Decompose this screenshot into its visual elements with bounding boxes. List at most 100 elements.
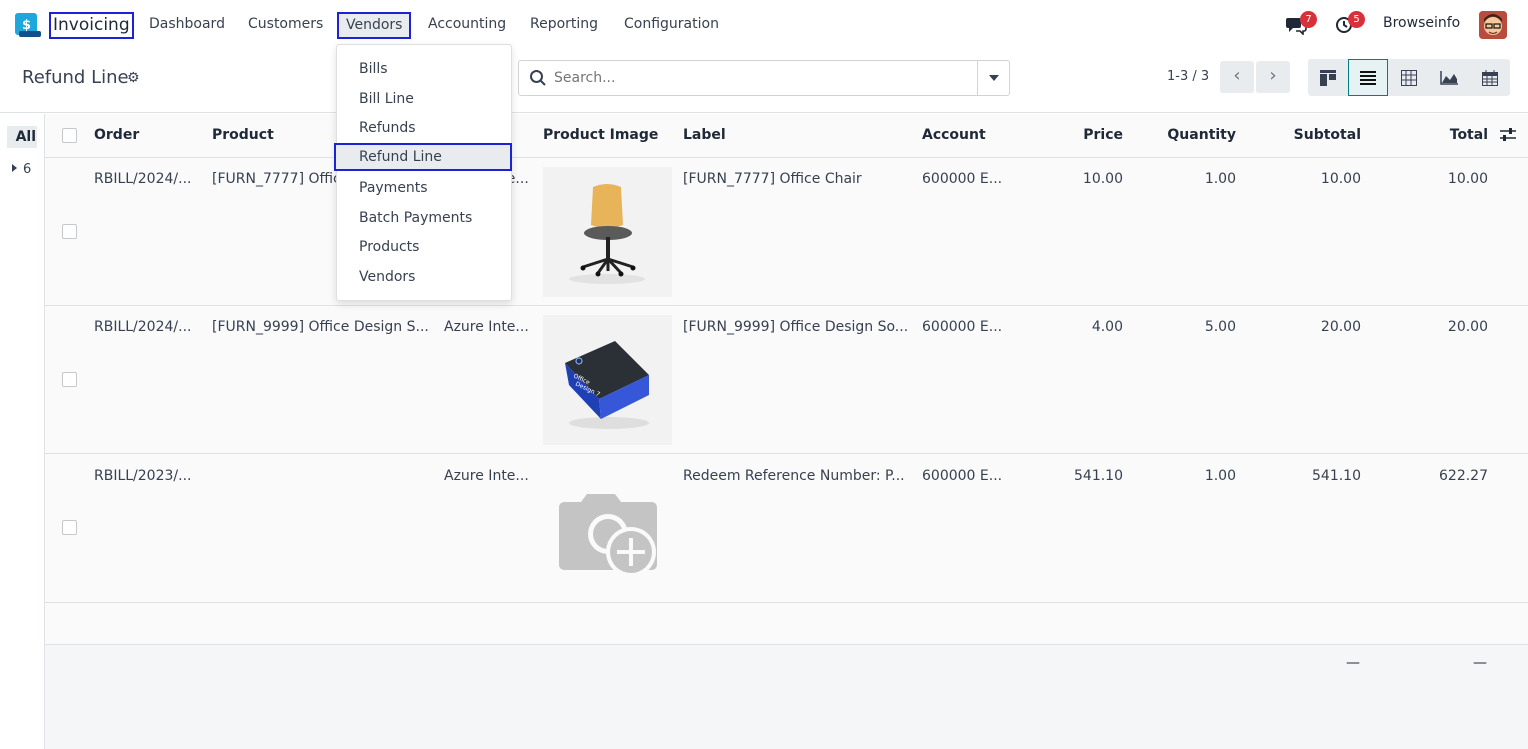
graph-view-button[interactable]: [1429, 59, 1469, 96]
column-order[interactable]: Order: [94, 127, 139, 143]
group-item[interactable]: 6: [12, 162, 31, 177]
cell-quantity: 1.00: [1204, 468, 1236, 484]
calendar-view-icon: [1482, 69, 1498, 86]
menu-item-batch-payments[interactable]: Batch Payments: [337, 204, 511, 232]
column-price[interactable]: Price: [1023, 127, 1123, 143]
group-item-label: 6: [23, 162, 32, 177]
pager-value[interactable]: 1-3 / 3: [1167, 69, 1209, 84]
office-chair-icon: [569, 184, 645, 284]
column-settings-icon[interactable]: [1500, 128, 1516, 142]
pager-next-button[interactable]: ›: [1256, 61, 1290, 93]
cell-order: RBILL/2024/...: [94, 319, 192, 335]
search-options-toggle[interactable]: [977, 61, 1009, 95]
page-title: Refund Line: [22, 67, 129, 88]
menu-vendors[interactable]: Vendors: [337, 12, 412, 39]
menu-item-bills[interactable]: Bills: [337, 55, 511, 83]
cell-account: 600000 E...: [922, 468, 1003, 484]
cell-order: RBILL/2024/...: [94, 171, 192, 187]
total-sum: —: [1473, 655, 1487, 671]
control-panel: Refund Line ⚙ 1-3 / 3 ‹ ›: [0, 50, 1528, 113]
menu-item-products[interactable]: Products: [337, 233, 511, 261]
column-product-image[interactable]: Product Image: [543, 127, 658, 143]
caret-right-icon: [12, 164, 17, 172]
chevron-right-icon: ›: [1269, 65, 1277, 86]
column-label[interactable]: Label: [683, 127, 726, 143]
cell-label: Redeem Reference Number: P...: [683, 468, 905, 484]
graph-view-icon: [1440, 70, 1458, 85]
gear-icon[interactable]: ⚙: [127, 70, 140, 86]
product-image-office-chair: [543, 167, 672, 297]
cell-total: 20.00: [1447, 319, 1488, 335]
vendors-dropdown-menu: Bills Bill Line Refunds Refund Line Paym…: [334, 44, 512, 301]
cell-total: 622.27: [1439, 468, 1488, 484]
cell-label: [FURN_9999] Office Design So...: [683, 319, 909, 335]
pivot-view-icon: [1401, 69, 1417, 86]
menu-item-vendors[interactable]: Vendors: [337, 263, 511, 291]
cell-price: 541.10: [1074, 468, 1123, 484]
cell-product: [FURN_9999] Office Design S...: [212, 319, 429, 335]
menu-item-refund-line[interactable]: Refund Line: [334, 143, 512, 171]
menu-configuration[interactable]: Configuration: [624, 12, 719, 39]
column-product[interactable]: Product: [212, 127, 274, 143]
group-panel: All 6: [0, 114, 45, 749]
pivot-view-button[interactable]: [1389, 59, 1429, 96]
cell-subtotal: 10.00: [1320, 171, 1361, 187]
row-checkbox[interactable]: [62, 520, 77, 535]
group-all[interactable]: All: [7, 126, 37, 148]
list-view-button[interactable]: [1348, 59, 1388, 96]
messages-button[interactable]: 7: [1284, 0, 1317, 50]
row-checkbox[interactable]: [62, 372, 77, 387]
cell-partner: Azure Inte...: [444, 468, 529, 484]
calendar-view-button[interactable]: [1470, 59, 1510, 96]
column-account[interactable]: Account: [922, 127, 986, 143]
cell-subtotal: 541.10: [1312, 468, 1361, 484]
totals-row: [45, 645, 1528, 749]
user-avatar[interactable]: [1479, 11, 1507, 39]
list-view-icon: [1360, 70, 1376, 85]
table-header: Order Product Product Image Label Accoun…: [45, 114, 1528, 158]
user-name[interactable]: Browseinfo: [1383, 15, 1460, 31]
column-total[interactable]: Total: [1375, 127, 1488, 143]
kanban-view-button[interactable]: [1308, 59, 1348, 96]
menu-accounting[interactable]: Accounting: [428, 12, 506, 39]
menu-item-refunds[interactable]: Refunds: [337, 114, 511, 142]
activities-button[interactable]: 5: [1334, 0, 1368, 50]
row-checkbox[interactable]: [62, 224, 77, 239]
product-image-office-design-box: Office Design 7: [543, 315, 672, 445]
product-image-placeholder: [543, 464, 672, 594]
cell-total: 10.00: [1447, 171, 1488, 187]
cell-price: 4.00: [1091, 319, 1123, 335]
column-subtotal[interactable]: Subtotal: [1245, 127, 1361, 143]
cell-label: [FURN_7777] Office Chair: [683, 171, 862, 187]
select-all-checkbox[interactable]: [62, 128, 77, 143]
table-row[interactable]: RBILL/2024/... [FURN_9999] Office Design…: [45, 306, 1528, 454]
software-box-icon: Office Design 7: [565, 341, 649, 429]
menu-customers[interactable]: Customers: [248, 12, 323, 39]
menu-reporting[interactable]: Reporting: [530, 12, 598, 39]
menu-item-bill-line[interactable]: Bill Line: [337, 85, 511, 113]
messages-badge: 7: [1300, 11, 1317, 28]
camera-add-icon: [559, 494, 657, 577]
menu-item-payments[interactable]: Payments: [337, 174, 511, 202]
top-navbar: $ Invoicing Dashboard Customers Vendors …: [0, 0, 1528, 50]
cell-quantity: 5.00: [1204, 319, 1236, 335]
column-quantity[interactable]: Quantity: [1135, 127, 1236, 143]
cell-account: 600000 E...: [922, 171, 1003, 187]
view-switcher: [1308, 59, 1510, 96]
activities-badge: 5: [1348, 11, 1365, 28]
cell-price: 10.00: [1082, 171, 1123, 187]
table-row[interactable]: RBILL/2024/... [FURN_7777] Office Chair …: [45, 158, 1528, 306]
app-name[interactable]: Invoicing: [49, 12, 134, 39]
search-input[interactable]: [554, 67, 974, 89]
cell-quantity: 1.00: [1204, 171, 1236, 187]
pager-previous-button[interactable]: ‹: [1220, 61, 1254, 93]
kanban-view-icon: [1320, 69, 1336, 86]
chevron-left-icon: ‹: [1233, 65, 1241, 86]
invoicing-app-icon[interactable]: $: [15, 13, 41, 38]
menu-dashboard[interactable]: Dashboard: [149, 12, 225, 39]
table-row[interactable]: RBILL/2023/... Azure Inte... Redeem Refe…: [45, 455, 1528, 603]
svg-text:$: $: [22, 18, 31, 33]
list-view: Order Product Product Image Label Accoun…: [45, 114, 1528, 749]
search-bar[interactable]: [518, 60, 1010, 96]
search-icon: [530, 70, 546, 86]
